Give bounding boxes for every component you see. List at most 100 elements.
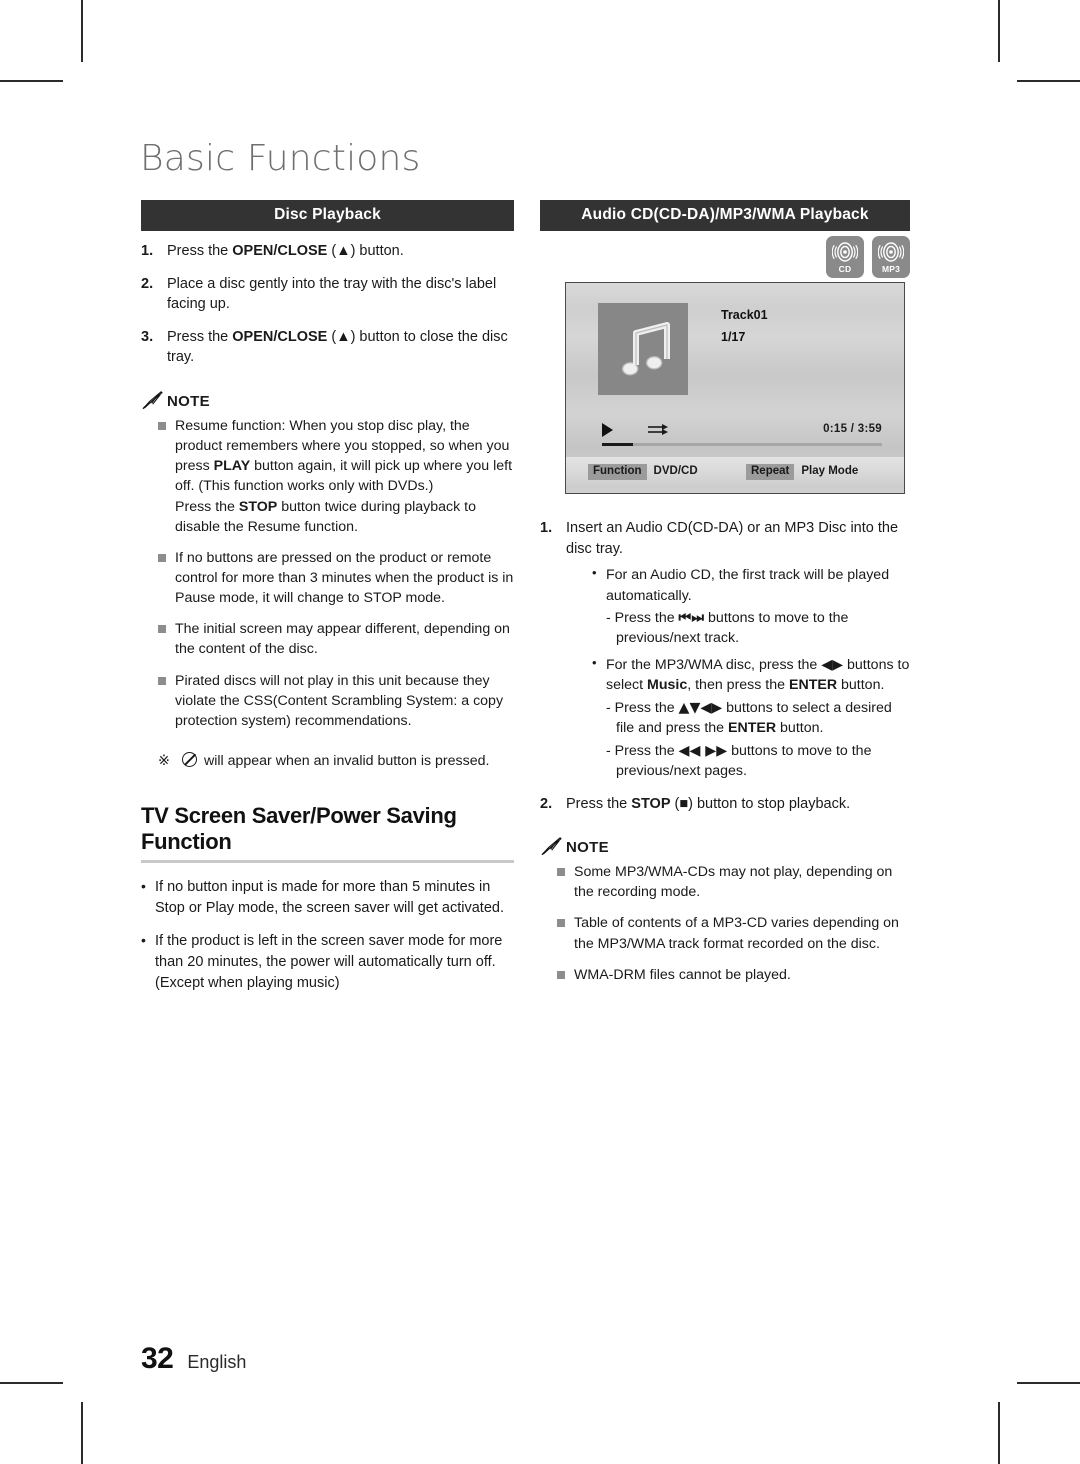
direction-pad-icon: ▲▼◀▶ xyxy=(678,699,723,716)
section-header-audio-cd-playback: Audio CD(CD-DA)/MP3/WMA Playback xyxy=(540,200,910,231)
album-art-placeholder xyxy=(598,303,688,395)
screen-saver-bullets: If no button input is made for more than… xyxy=(141,876,514,994)
step-text-before: Press the xyxy=(167,243,233,259)
osd-function-tag: Function xyxy=(588,463,647,481)
step-text-bold: OPEN/CLOSE xyxy=(232,328,328,345)
music-note-icon xyxy=(622,322,670,376)
note-list-left: Resume function: When you stop disc play… xyxy=(141,416,514,731)
step-text-before: Press the xyxy=(167,328,233,345)
note-subtext-part1: Press the xyxy=(175,498,239,515)
page-number: 32 xyxy=(141,1342,174,1375)
note-text: The initial screen may appear different,… xyxy=(175,621,510,658)
disc-playback-steps: 1. Press the OPEN/CLOSE (▲) button. 2. P… xyxy=(141,241,514,368)
dash-pre: - Press the xyxy=(606,610,679,627)
list-item: If no button input is made for more than… xyxy=(141,876,514,919)
note-item: WMA-DRM files cannot be played. xyxy=(540,965,910,985)
dash-bold-enter: ENTER xyxy=(728,720,777,737)
note-item: Pirated discs will not play in this unit… xyxy=(141,671,514,731)
osd-progress-bar[interactable] xyxy=(602,443,882,446)
step-text-after: (▲) button. xyxy=(327,243,404,259)
left-column: Disc Playback 1. Press the OPEN/CLOSE (▲… xyxy=(141,200,514,994)
list-item: For the MP3/WMA disc, press the ◀▶ butto… xyxy=(592,654,910,782)
inner-bullet-post: button. xyxy=(837,677,885,694)
inner-bullet-pre: For the MP3/WMA disc, press the xyxy=(606,656,822,673)
right-column: Audio CD(CD-DA)/MP3/WMA Playback CD MP3 … xyxy=(540,200,910,983)
note-header: NOTE xyxy=(540,836,910,856)
osd-screenshot: Track01 1/17 0:15 / 3:59 Function DVD/CD… xyxy=(565,282,905,494)
dash-line: - Press the ⏮⏭ buttons to move to the pr… xyxy=(606,608,910,649)
dash-post: button. xyxy=(776,720,824,737)
note-text: Some MP3/WMA-CDs may not play, depending… xyxy=(574,864,893,901)
note-item: Some MP3/WMA-CDs may not play, depending… xyxy=(540,862,910,902)
step-inner-bullets: For an Audio CD, the first track will be… xyxy=(566,564,910,782)
step-item: 3. Press the OPEN/CLOSE (▲) button to cl… xyxy=(141,327,514,368)
subsection-title-screen-saver: TV Screen Saver/Power Saving Function xyxy=(141,803,457,855)
osd-track-index: 1/17 xyxy=(721,330,746,344)
step-item: 1. Press the OPEN/CLOSE (▲) button. xyxy=(141,241,514,262)
note-text: Table of contents of a MP3-CD varies dep… xyxy=(574,915,899,952)
note-text: WMA-DRM files cannot be played. xyxy=(574,966,791,983)
inner-bullet-bold-music: Music xyxy=(647,677,688,694)
step-number: 2. xyxy=(540,795,553,812)
inner-bullet-mid2: , then press the xyxy=(687,677,789,694)
note-item: Table of contents of a MP3-CD varies dep… xyxy=(540,913,910,953)
note-item: If no buttons are pressed on the product… xyxy=(141,548,514,608)
prohibited-icon xyxy=(182,752,197,768)
media-chip-mp3: MP3 xyxy=(872,236,910,278)
dash-pre: - Press the xyxy=(606,699,679,716)
dash-line: - Press the ▲▼◀▶ buttons to select a des… xyxy=(606,698,910,739)
note-text: Pirated discs will not play in this unit… xyxy=(175,672,504,729)
chapter-title: Basic Functions xyxy=(140,138,421,179)
step-text: Place a disc gently into the tray with t… xyxy=(167,275,497,313)
dash-line: - Press the ◀◀ ▶▶ buttons to move to the… xyxy=(606,741,910,782)
rewind-fastforward-icon: ◀◀ ▶▶ xyxy=(678,742,728,759)
osd-status-bar: Function DVD/CD Repeat Play Mode xyxy=(566,457,904,487)
osd-function-value: DVD/CD xyxy=(653,465,698,478)
media-chip-label: MP3 xyxy=(881,264,901,274)
repeat-icon xyxy=(648,424,668,435)
step-text: Press the OPEN/CLOSE (▲) button to close… xyxy=(167,327,514,368)
subsection-rule xyxy=(141,860,514,864)
note-item: The initial screen may appear different,… xyxy=(141,619,514,659)
step-text-after: (■) button to stop playback. xyxy=(670,795,851,812)
step-number: 2. xyxy=(141,275,154,292)
osd-main-area: Track01 1/17 0:15 / 3:59 xyxy=(566,283,904,446)
inner-bullet-bold-enter: ENTER xyxy=(788,677,838,694)
osd-time-display: 0:15 / 3:59 xyxy=(823,423,882,435)
osd-track-name: Track01 xyxy=(721,308,768,322)
step-item: 2. Press the STOP (■) button to stop pla… xyxy=(540,794,910,815)
list-item: For an Audio CD, the first track will be… xyxy=(592,564,910,649)
note-bullet-square-icon xyxy=(557,919,565,928)
note-label: NOTE xyxy=(566,839,609,857)
step-text-bold: OPEN/CLOSE xyxy=(232,243,328,259)
disc-icon xyxy=(878,242,904,262)
media-type-icons: CD MP3 xyxy=(826,236,910,278)
inner-bullet-text: For an Audio CD, the first track will be… xyxy=(606,567,890,604)
note-label: NOTE xyxy=(167,392,210,410)
media-chip-label: CD xyxy=(838,264,852,274)
osd-repeat-value: Play Mode xyxy=(801,465,859,478)
note-text-bold: PLAY xyxy=(213,458,251,475)
left-right-arrow-icon: ◀▶ xyxy=(821,656,844,673)
osd-status-function: Function DVD/CD xyxy=(588,463,698,481)
pencil-icon xyxy=(142,390,163,409)
page-footer: 32 English xyxy=(141,1342,246,1376)
audio-playback-steps: 1. Insert an Audio CD(CD-DA) or an MP3 D… xyxy=(540,518,910,814)
note-subtext-bold: STOP xyxy=(238,498,278,515)
step-text-before: Press the xyxy=(566,795,632,812)
step-text: Press the STOP (■) button to stop playba… xyxy=(566,794,910,815)
step-item: 2. Place a disc gently into the tray wit… xyxy=(141,274,514,315)
dash-pre: - Press the xyxy=(606,742,679,759)
step-item: 1. Insert an Audio CD(CD-DA) or an MP3 D… xyxy=(540,518,910,782)
osd-status-repeat: Repeat Play Mode xyxy=(746,463,859,481)
note-text: If no buttons are pressed on the product… xyxy=(175,549,514,607)
note-bullet-square-icon xyxy=(158,553,166,562)
invalid-button-note-text: will appear when an invalid button is pr… xyxy=(182,751,489,771)
step-number: 3. xyxy=(141,328,154,345)
pencil-icon xyxy=(541,837,562,856)
note-bullet-square-icon xyxy=(158,421,166,430)
note-item: Resume function: When you stop disc play… xyxy=(141,416,514,537)
right-column-body: 1. Insert an Audio CD(CD-DA) or an MP3 D… xyxy=(540,508,910,985)
invalid-button-note: ※ will appear when an invalid button is … xyxy=(141,751,514,771)
note-bullet-square-icon xyxy=(158,676,166,685)
